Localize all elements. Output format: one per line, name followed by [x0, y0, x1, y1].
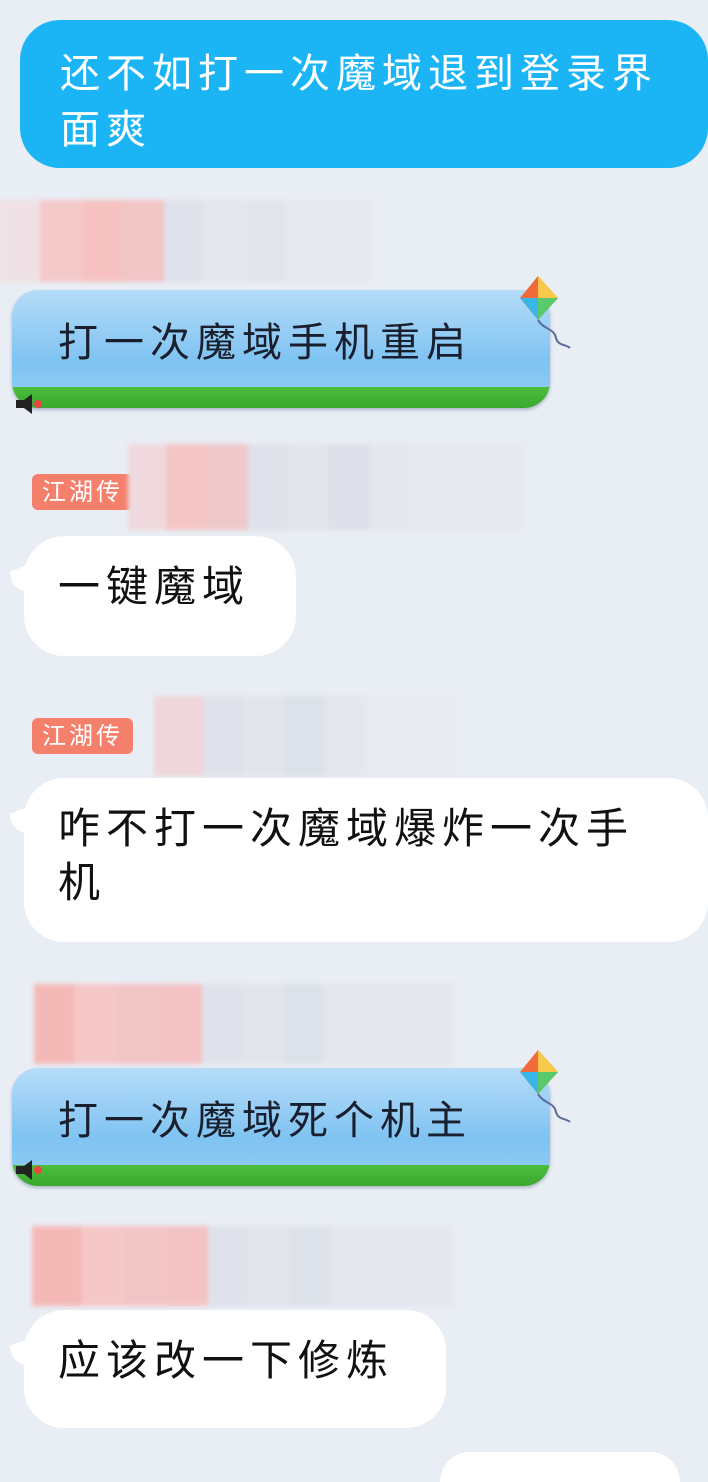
message-text: 打一次魔域死个机主	[58, 1098, 472, 1144]
message-text: 应该改一下修炼	[58, 1336, 395, 1385]
blurred-sender-name	[34, 984, 454, 1064]
sender-title-badge: 江湖传	[32, 474, 133, 510]
blurred-sender-name	[32, 1226, 452, 1306]
message-text: 打一次魔域手机重启	[58, 320, 472, 366]
sender-title-badge: 江湖传	[32, 718, 133, 754]
sender-title-text: 江湖传	[42, 478, 123, 506]
message-text: 一键魔域	[58, 562, 251, 611]
message-bubble-incoming[interactable]: 咋不打一次魔域爆炸一次手机	[24, 778, 708, 942]
blurred-sender-name	[154, 696, 454, 776]
chat-message-list: 还不如打一次魔域退到登录界面爽 打一次魔域手机重启 江湖传 一键魔域 江湖传 咋…	[0, 0, 708, 1482]
blurred-sender-name	[0, 200, 410, 282]
speaker-icon	[14, 1160, 44, 1180]
message-text: 咋不打一次魔域爆炸一次手机	[58, 804, 635, 907]
message-bubble-incoming[interactable]: 应该改一下修炼	[24, 1310, 446, 1428]
message-bubble-themed[interactable]: 打一次魔域死个机主	[12, 1068, 550, 1186]
blurred-sender-name	[128, 444, 524, 530]
sender-title-text: 江湖传	[42, 722, 123, 750]
message-bubble-themed[interactable]: 打一次魔域手机重启	[12, 290, 550, 408]
speaker-icon	[14, 394, 44, 414]
message-bubble-incoming[interactable]: 一键魔域	[24, 536, 296, 656]
message-text: 还不如打一次魔域退到登录界面爽	[60, 51, 658, 153]
message-bubble-outgoing[interactable]: 还不如打一次魔域退到登录界面爽	[20, 20, 708, 168]
message-bubble-partial	[440, 1452, 680, 1482]
